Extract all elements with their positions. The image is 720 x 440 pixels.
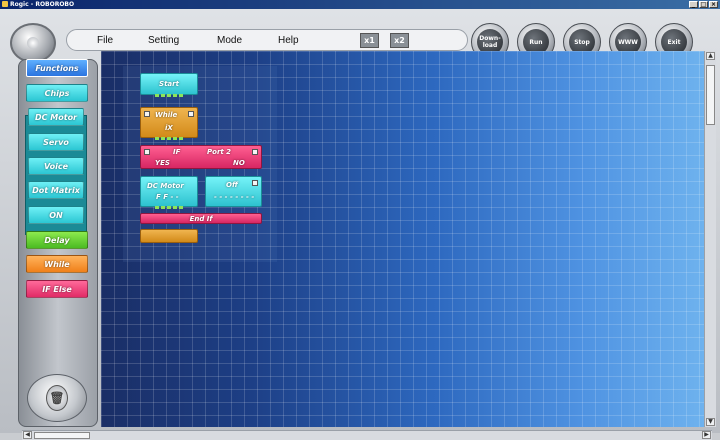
connector-dots xyxy=(155,94,185,97)
scroll-right-icon[interactable]: ▶ xyxy=(702,431,711,439)
while-label: While xyxy=(155,111,178,119)
trash-can-icon: 🗑 xyxy=(46,385,68,411)
window-controls: _ □ × xyxy=(689,1,718,8)
block-handle-icon xyxy=(144,111,150,117)
palette-dot-matrix[interactable]: Dot Matrix xyxy=(28,181,84,199)
palette-dc-motor[interactable]: DC Motor xyxy=(28,108,84,126)
menu-file[interactable]: File xyxy=(97,35,113,46)
menu-setting[interactable]: Setting xyxy=(148,35,179,46)
menu-bar: File Setting Mode Help x1 x2 xyxy=(66,29,468,51)
vertical-scrollbar[interactable]: ▲ ▼ xyxy=(704,51,716,427)
end-if-block[interactable]: End If xyxy=(140,213,262,224)
end-if-label: End If xyxy=(189,214,213,223)
block-handle-icon xyxy=(188,111,194,117)
horizontal-scrollbar[interactable]: ◀ ▶ xyxy=(22,430,712,440)
palette-delay[interactable]: Delay xyxy=(26,231,88,249)
app-frame: File Setting Mode Help x1 x2 Down-load R… xyxy=(0,9,720,440)
menu-mode[interactable]: Mode xyxy=(217,35,242,46)
title-bar: Rogic - ROBOROBO _ □ × xyxy=(0,0,720,9)
vertical-scroll-thumb[interactable] xyxy=(706,65,715,125)
palette-functions[interactable]: Functions xyxy=(26,59,88,77)
if-no: NO xyxy=(233,159,245,167)
program-canvas[interactable]: Start While iX IF Port 2 YES NO DC Motor… xyxy=(101,51,704,427)
off-label: Off xyxy=(226,181,238,189)
menu-help[interactable]: Help xyxy=(278,35,299,46)
scroll-left-icon[interactable]: ◀ xyxy=(23,431,32,439)
dc-motor-label: DC Motor xyxy=(147,182,184,190)
if-label: IF xyxy=(173,148,181,156)
minimize-button[interactable]: _ xyxy=(689,1,698,8)
while-block[interactable]: While iX xyxy=(140,107,198,140)
off-block[interactable]: Off - - - - - - - - xyxy=(205,176,262,207)
start-label: Start xyxy=(159,80,179,88)
app-icon xyxy=(2,1,8,7)
if-block[interactable]: IF Port 2 YES NO xyxy=(140,145,262,169)
window-title: Rogic - ROBOROBO xyxy=(10,1,75,8)
block-handle-icon xyxy=(144,149,150,155)
zoom-x2-button[interactable]: x2 xyxy=(390,33,409,48)
off-value: - - - - - - - - xyxy=(214,193,255,201)
while-value: iX xyxy=(165,124,173,132)
drop-placeholder-block xyxy=(140,229,198,243)
if-port: Port 2 xyxy=(207,148,232,156)
palette-servo[interactable]: Servo xyxy=(28,133,84,151)
palette-voice[interactable]: Voice xyxy=(28,157,84,175)
palette-chips[interactable]: Chips xyxy=(26,84,88,102)
scroll-up-icon[interactable]: ▲ xyxy=(706,52,715,60)
logo-knob-icon xyxy=(10,23,56,63)
zoom-x1-button[interactable]: x1 xyxy=(360,33,379,48)
block-handle-icon xyxy=(252,149,258,155)
block-handle-icon xyxy=(252,180,258,186)
palette-while[interactable]: While xyxy=(26,255,88,273)
close-window-button[interactable]: × xyxy=(709,1,718,8)
horizontal-scroll-thumb[interactable] xyxy=(34,432,90,439)
palette-if-else[interactable]: IF Else xyxy=(26,280,88,298)
dc-motor-value: F F - - xyxy=(156,193,179,201)
if-yes: YES xyxy=(155,159,170,167)
start-block[interactable]: Start xyxy=(140,73,198,97)
palette-on[interactable]: ON xyxy=(28,206,84,224)
dc-motor-block[interactable]: DC Motor F F - - xyxy=(140,176,198,209)
connector-dots xyxy=(155,137,185,140)
scroll-down-icon[interactable]: ▼ xyxy=(706,418,715,426)
connector-dots xyxy=(155,206,185,209)
maximize-button[interactable]: □ xyxy=(699,1,708,8)
trash-button[interactable]: 🗑 xyxy=(27,374,87,422)
